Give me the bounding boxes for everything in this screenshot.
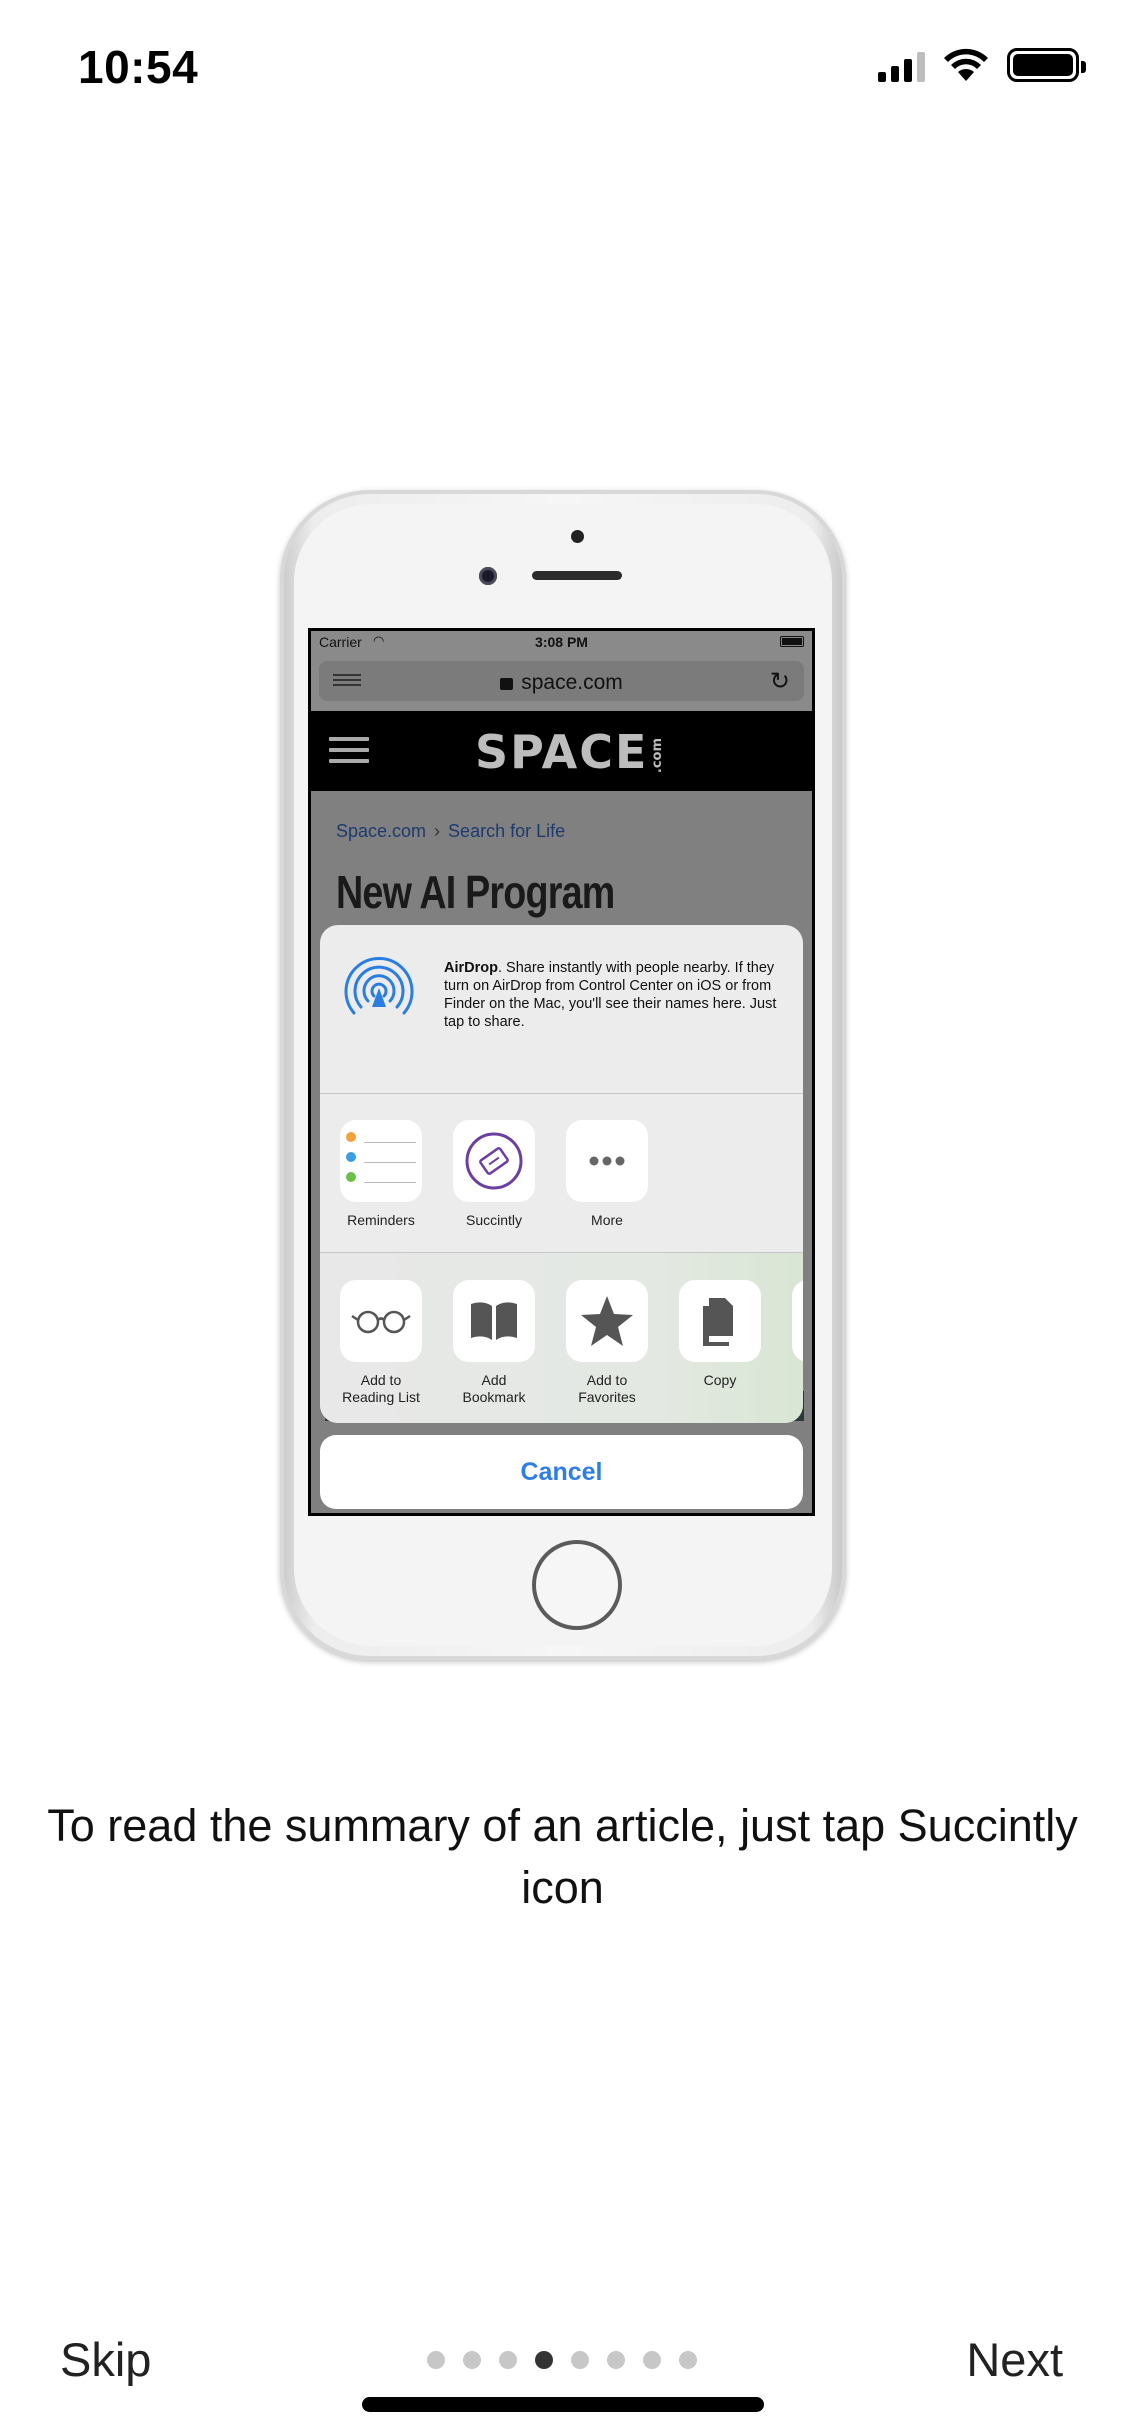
action-label: Copy — [703, 1372, 737, 1388]
site-logo: SPACE .com — [475, 725, 666, 779]
page-dot[interactable] — [607, 2351, 625, 2369]
action-add-bookmark[interactable]: Add Bookmark — [453, 1280, 535, 1406]
page-dot[interactable] — [499, 2351, 517, 2369]
screen-url-text: space.com — [521, 671, 623, 694]
reading-list-icon — [340, 1280, 422, 1362]
hamburger-menu-icon — [329, 737, 369, 770]
divider — [320, 1093, 803, 1094]
page-dot[interactable] — [571, 2351, 589, 2369]
action-add-to-favorites[interactable]: Add to Favorites — [566, 1280, 648, 1406]
home-button-graphic — [532, 1540, 622, 1630]
share-app-label: Reminders — [347, 1212, 415, 1228]
copy-icon — [679, 1280, 761, 1362]
page-dot[interactable] — [679, 2351, 697, 2369]
site-header: SPACE .com — [311, 711, 812, 791]
page-dot[interactable] — [427, 2351, 445, 2369]
share-app-label: More — [591, 1212, 623, 1228]
share-sheet: AirDrop. Share instantly with people nea… — [320, 925, 803, 1423]
next-button[interactable]: Next — [966, 2332, 1063, 2387]
succintly-icon — [453, 1120, 535, 1202]
breadcrumb: Space.com › Search for Life — [336, 821, 566, 841]
share-apps-row: Reminders Succintly More — [320, 1095, 803, 1252]
reminders-icon — [340, 1120, 422, 1202]
share-app-reminders[interactable]: Reminders — [340, 1120, 422, 1229]
cellular-signal-icon — [878, 48, 925, 82]
article-headline: New AI Program — [336, 866, 615, 918]
airdrop-icon — [344, 956, 414, 1015]
reload-icon: ↻ — [769, 668, 790, 695]
page-dot-active[interactable] — [535, 2351, 553, 2369]
action-label: Add Bookmark — [462, 1372, 526, 1405]
screen-address-field: space.com ↻ — [319, 661, 804, 701]
breadcrumb-item: Space.com — [336, 821, 427, 841]
proximity-sensor — [571, 530, 584, 543]
airdrop-description: AirDrop. Share instantly with people nea… — [444, 960, 777, 1030]
share-app-label: Succintly — [465, 1212, 523, 1228]
onboarding-caption: To read the summary of an article, just … — [47, 1800, 1078, 1913]
share-actions-row: Add to Reading List Add Bookmark Add to … — [320, 1253, 803, 1423]
screen-battery-icon — [780, 636, 804, 647]
page-dot[interactable] — [463, 2351, 481, 2369]
breadcrumb-item: Search for Life — [448, 821, 566, 841]
status-time: 10:54 — [78, 41, 199, 93]
screen-time: 3:08 PM — [535, 634, 588, 650]
status-bar: 10:54 — [0, 0, 1125, 140]
lock-icon — [500, 678, 514, 690]
battery-icon — [1007, 48, 1086, 82]
share-app-succintly[interactable]: Succintly — [453, 1120, 535, 1229]
page-dot[interactable] — [643, 2351, 661, 2369]
action-add-to-reading-list[interactable]: Add to Reading List — [340, 1280, 422, 1406]
screen-url-bar: space.com ↻ — [311, 653, 812, 711]
earpiece-speaker — [532, 571, 622, 580]
partial-action-icon — [792, 1280, 803, 1362]
cancel-sheet: Cancel — [320, 1435, 803, 1509]
screen-status-bar: Carrier ◠ 3:08 PM — [311, 631, 812, 653]
action-more-partial[interactable] — [792, 1280, 803, 1362]
wifi-icon — [944, 48, 988, 81]
more-icon — [566, 1120, 648, 1202]
action-label: Add to Favorites — [578, 1372, 636, 1405]
home-indicator[interactable] — [362, 2397, 764, 2412]
front-camera — [479, 567, 497, 585]
cancel-button[interactable]: Cancel — [320, 1435, 803, 1509]
action-copy[interactable]: Copy — [679, 1280, 761, 1389]
share-app-more[interactable]: More — [566, 1120, 648, 1229]
skip-button[interactable]: Skip — [60, 2332, 151, 2387]
bookmark-icon — [453, 1280, 535, 1362]
action-label: Add to Reading List — [342, 1372, 420, 1405]
airdrop-section: AirDrop. Share instantly with people nea… — [320, 925, 803, 1093]
star-icon — [566, 1280, 648, 1362]
status-icons — [878, 48, 1086, 82]
page-indicator[interactable] — [427, 2351, 697, 2369]
